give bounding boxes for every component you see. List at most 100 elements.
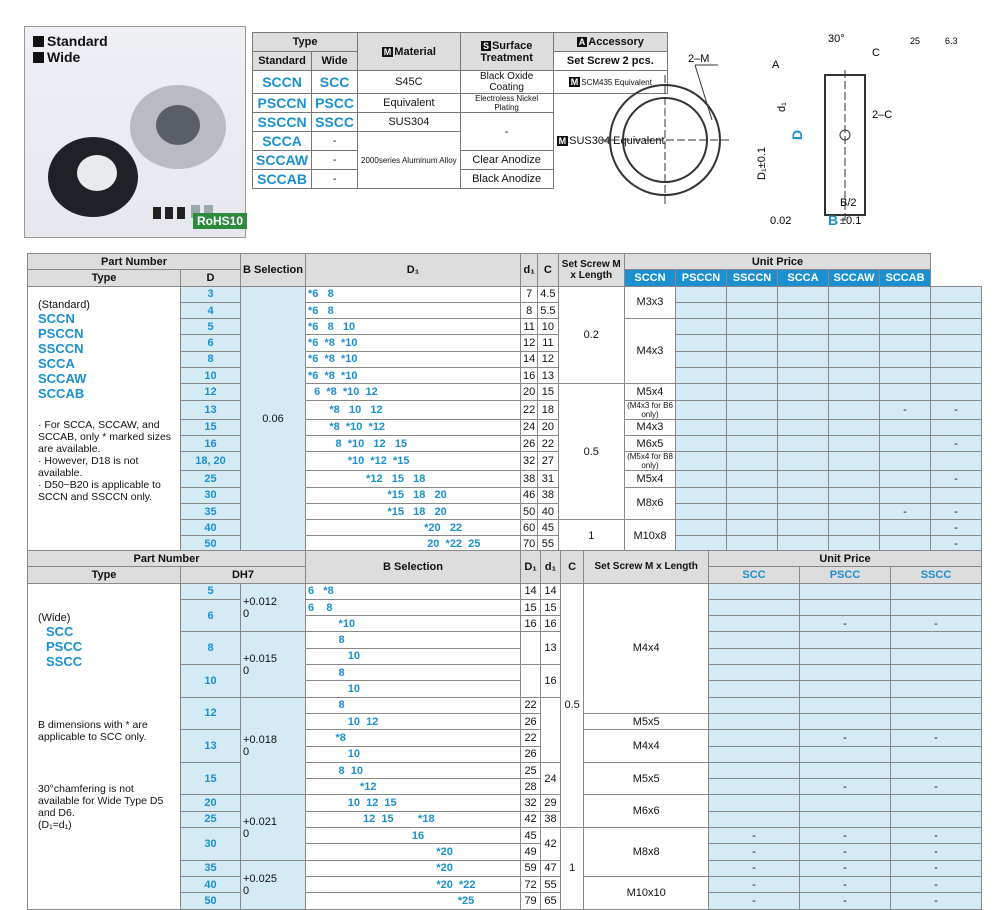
price-cell	[799, 631, 891, 649]
b-selection: 10 12 15	[305, 794, 521, 812]
price-cell	[879, 383, 931, 401]
b-selection: *10	[305, 615, 521, 633]
d-label: D	[789, 130, 805, 140]
b-selection: *12	[305, 778, 521, 796]
di-value: 29	[540, 794, 561, 812]
b-tol-label: ±0.1	[840, 215, 861, 227]
price-cell	[708, 712, 800, 731]
c-value: 1	[557, 519, 625, 553]
screw-value: M5x4	[623, 383, 677, 401]
tolerance-cell: +0.018 0	[240, 696, 306, 796]
di-value: 13	[537, 367, 559, 385]
b-selection: *10 *12 *15	[305, 451, 521, 472]
price-cell	[675, 502, 727, 521]
price-cell	[708, 647, 800, 666]
price-cell	[708, 680, 800, 698]
price-cell	[930, 383, 982, 401]
d1-value: 22	[519, 696, 542, 714]
price-cell	[890, 664, 982, 682]
price-cell	[726, 334, 778, 352]
price-cell	[777, 367, 829, 385]
price-cell	[799, 712, 891, 731]
d-value: 5	[180, 582, 241, 600]
price-cell	[799, 598, 891, 617]
price-cell: -	[799, 843, 891, 861]
price-cell	[777, 334, 829, 352]
price-cell	[777, 285, 829, 303]
screw-value: M8x8	[583, 827, 709, 877]
wide-label: Wide	[33, 49, 245, 65]
c2-label: 2–C	[872, 109, 892, 121]
d1-value: 25	[519, 761, 542, 780]
price-cell	[828, 486, 880, 504]
price-cell	[799, 582, 891, 600]
rohs-badge: RoHS10	[193, 213, 248, 229]
type-cell: (Standard) SCCN PSCCN SSCCN SCCA SCCAW SCCAB · …	[27, 285, 181, 553]
price-cell	[777, 301, 829, 320]
b-selection: 10	[305, 680, 521, 698]
price-cell	[726, 350, 778, 369]
rough1-label: 25	[910, 36, 920, 46]
wide-table: Part Number B Selection D₁ d₁ C Set Scre…	[27, 549, 982, 910]
di-value: 31	[537, 470, 559, 488]
price-cell	[828, 470, 880, 488]
price-cell	[828, 383, 880, 401]
b-selection: 6 *8	[305, 582, 521, 600]
d-value: 5	[180, 318, 241, 336]
di-value: 16	[540, 615, 561, 633]
d-value: 35	[180, 502, 241, 521]
price-cell	[799, 647, 891, 666]
screw-value: M10x8	[623, 519, 677, 553]
price-cell: -	[890, 843, 982, 861]
b-selection: 6 *8 *10 12	[305, 383, 521, 401]
b-selection: *15 18 20	[305, 502, 521, 521]
price-cell	[777, 434, 829, 453]
d-value: 6	[180, 598, 241, 633]
price-cell	[675, 451, 727, 472]
price-cell	[828, 519, 880, 537]
di-value: 45	[537, 519, 559, 537]
price-cell	[828, 434, 880, 453]
price-cell	[828, 399, 880, 420]
price-cell	[799, 664, 891, 682]
di-value: 42	[540, 827, 561, 861]
d-value: 15	[180, 761, 241, 796]
d-value: 4	[180, 301, 241, 320]
b-selection: *25	[305, 892, 521, 910]
price-cell	[708, 631, 800, 649]
d-value: 13	[180, 399, 241, 420]
tolerance-cell: +0.021 0	[240, 794, 306, 861]
screw-value: M4x4	[583, 729, 709, 763]
price-cell	[879, 519, 931, 537]
price-cell	[708, 794, 800, 812]
b-label: B	[828, 212, 838, 228]
price-cell	[799, 680, 891, 698]
price-cell	[726, 399, 778, 420]
price-cell	[828, 418, 880, 436]
di-value: 11	[537, 334, 559, 352]
d-value: 6	[180, 334, 241, 352]
price-cell	[890, 680, 982, 698]
b-selection: 8 *10 12 15	[305, 434, 521, 453]
di-value: 15	[540, 598, 561, 617]
b-selection: 10 12	[305, 712, 521, 731]
price-cell	[708, 745, 800, 763]
b-selection: 10	[305, 745, 521, 763]
price-cell: -	[930, 502, 982, 521]
d-value: 40	[180, 519, 241, 537]
price-cell: -	[799, 859, 891, 877]
price-cell	[890, 582, 982, 600]
b-selection: 8 10	[305, 761, 521, 780]
price-cell	[890, 712, 982, 731]
price-cell	[799, 810, 891, 829]
price-cell	[890, 810, 982, 829]
price-cell	[828, 350, 880, 369]
b-selection: *12 15 18	[305, 470, 521, 488]
d-value: 8	[180, 350, 241, 369]
di-value: 14	[540, 582, 561, 600]
price-cell	[675, 350, 727, 369]
price-cell	[890, 745, 982, 763]
di-value: 16	[540, 664, 561, 698]
price-cell	[726, 367, 778, 385]
d1-value: 26	[519, 745, 542, 763]
